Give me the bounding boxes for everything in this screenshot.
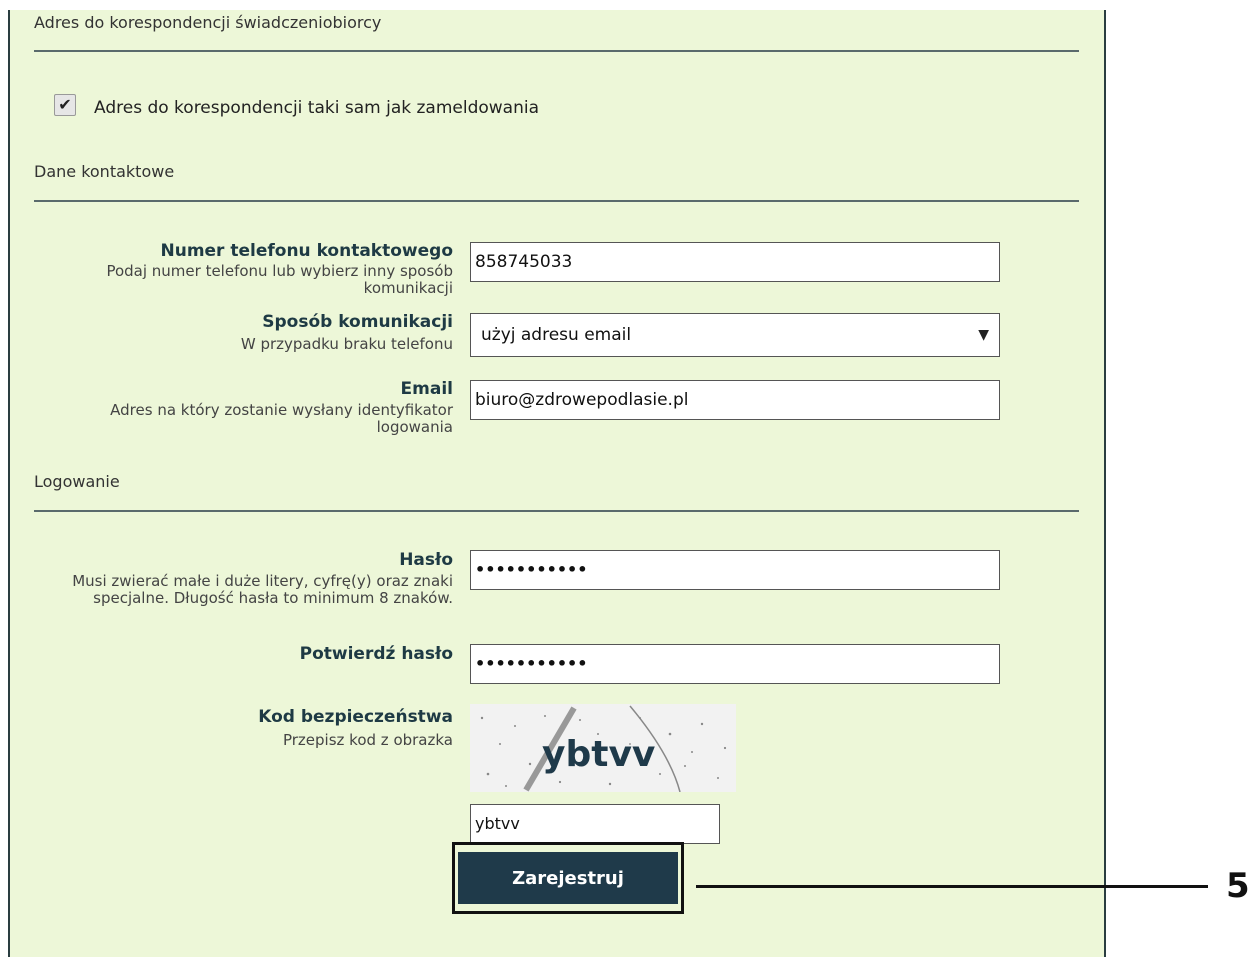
- confirm-password-input[interactable]: •••••••••••: [470, 644, 1000, 684]
- password-hint: Musi zwierać małe i duże litery, cyfrę(y…: [72, 572, 453, 607]
- phone-label: Numer telefonu kontaktowego: [160, 241, 453, 261]
- password-input[interactable]: •••••••••••: [470, 550, 1000, 590]
- same-address-checkbox[interactable]: ✔: [54, 94, 76, 116]
- section-title-login: Logowanie: [34, 472, 120, 491]
- callout-line: [696, 885, 1208, 888]
- section-title-contact: Dane kontaktowe: [34, 162, 175, 181]
- section-divider: [34, 50, 1079, 52]
- captcha-image: ybtvv: [470, 704, 736, 793]
- phone-input[interactable]: 858745033: [470, 242, 1000, 282]
- email-input[interactable]: biuro@zdrowepodlasie.pl: [470, 380, 1000, 420]
- section-title-correspondence: Adres do korespondencji świadczeniobiorc…: [34, 13, 382, 32]
- registration-form-panel: Adres do korespondencji świadczeniobiorc…: [8, 10, 1106, 957]
- dropdown-arrow-icon: ▼: [978, 327, 989, 343]
- communication-hint: W przypadku braku telefonu: [240, 335, 453, 353]
- communication-select[interactable]: użyj adresu email ▼: [470, 313, 1000, 357]
- email-hint: Adres na który zostanie wysłany identyfi…: [110, 401, 453, 436]
- captcha-hint: Przepisz kod z obrazka: [282, 731, 453, 749]
- captcha-input[interactable]: ybtvv: [470, 804, 720, 844]
- section-divider: [34, 200, 1079, 202]
- confirm-password-label: Potwierdź hasło: [299, 644, 453, 664]
- password-label: Hasło: [399, 550, 453, 570]
- captcha-label: Kod bezpieczeństwa: [258, 707, 453, 727]
- callout-number: 5: [1226, 866, 1250, 906]
- communication-selected-value: użyj adresu email: [481, 325, 632, 345]
- same-address-label: Adres do korespondencji taki sam jak zam…: [94, 98, 540, 118]
- phone-hint: Podaj numer telefonu lub wybierz inny sp…: [106, 262, 453, 297]
- communication-label: Sposób komunikacji: [262, 312, 453, 332]
- captcha-text: ybtvv: [542, 734, 655, 775]
- email-label: Email: [400, 379, 453, 399]
- checkmark-icon: ✔: [58, 95, 72, 114]
- captcha-noise: ybtvv: [480, 705, 727, 793]
- register-button[interactable]: Zarejestruj: [458, 852, 678, 904]
- section-divider: [34, 510, 1079, 512]
